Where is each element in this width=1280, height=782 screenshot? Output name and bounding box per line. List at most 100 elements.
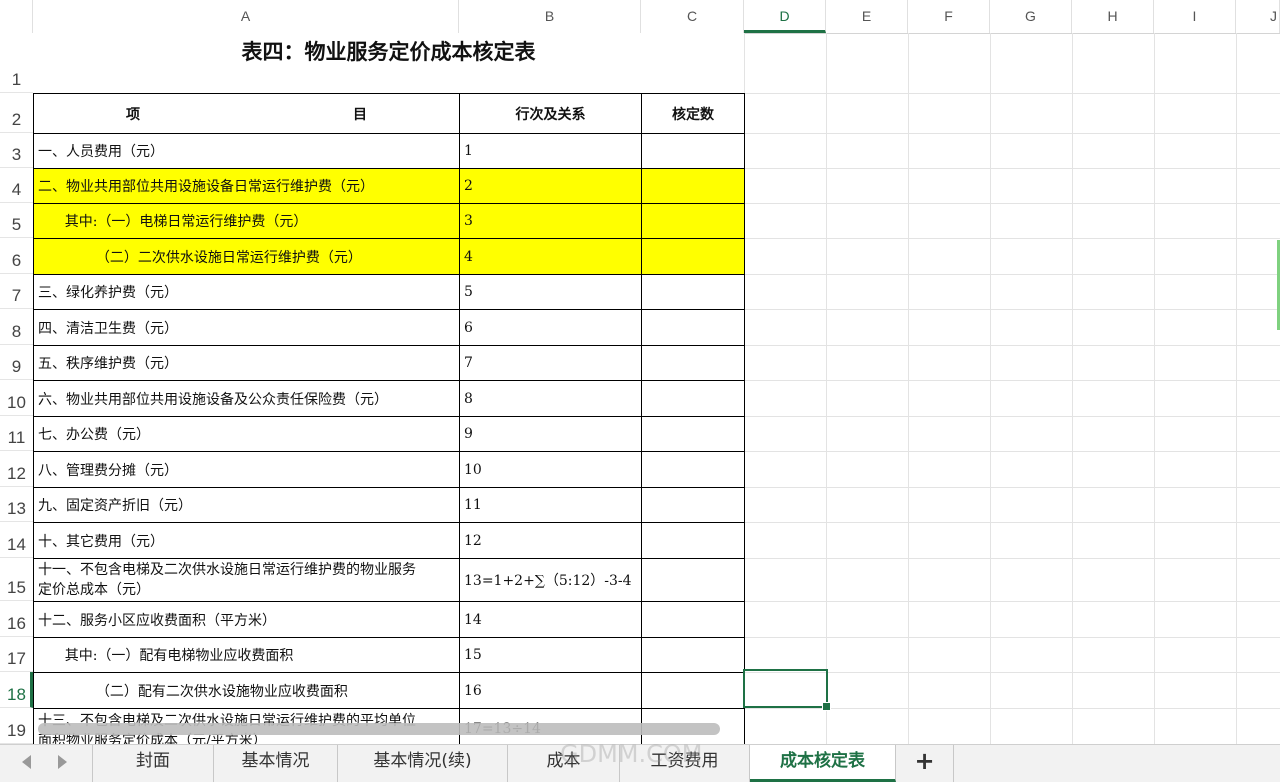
item-cell-row11[interactable]: 七、办公费（元） <box>33 416 460 452</box>
item-cell-row16[interactable]: 十二、服务小区应收费面积（平方米） <box>33 601 460 638</box>
add-sheet-button[interactable]: + <box>896 745 954 782</box>
row-header-4[interactable]: 4 <box>0 168 33 203</box>
header-item-left: 项 <box>126 106 140 123</box>
value-cell-row7[interactable] <box>641 274 745 310</box>
row-header-11[interactable]: 11 <box>0 416 33 451</box>
column-header-e[interactable]: E <box>826 0 908 33</box>
item-cell-row13[interactable]: 九、固定资产折旧（元） <box>33 487 460 523</box>
row-header-bar: 1 2 3 4 5 6 7 8 9 10 11 12 13 14 15 16 1… <box>0 33 34 744</box>
item-cell-row18[interactable]: （二）配有二次供水设施物业应收费面积 <box>33 672 460 709</box>
column-header-j[interactable]: J <box>1236 0 1280 33</box>
ref-cell-row8[interactable]: 6 <box>459 309 642 346</box>
row-header-8[interactable]: 8 <box>0 309 33 345</box>
value-cell-row4[interactable] <box>641 168 745 204</box>
item-cell-row15[interactable]: 十一、不包含电梯及二次供水设施日常运行维护费的物业服务 定价总成本（元） <box>33 558 460 602</box>
value-cell-row18[interactable] <box>641 672 745 709</box>
row-header-10[interactable]: 10 <box>0 380 33 416</box>
column-header-d[interactable]: D <box>744 0 826 33</box>
row-header-5[interactable]: 5 <box>0 203 33 238</box>
column-header-i[interactable]: I <box>1154 0 1236 33</box>
value-cell-row12[interactable] <box>641 451 745 488</box>
ref-cell-row10[interactable]: 8 <box>459 380 642 417</box>
ref-cell-row12[interactable]: 10 <box>459 451 642 488</box>
item-cell-row9[interactable]: 五、秩序维护费（元） <box>33 345 460 381</box>
ref-cell-row11[interactable]: 9 <box>459 416 642 452</box>
value-cell-row10[interactable] <box>641 380 745 417</box>
row-header-3[interactable]: 3 <box>0 133 33 168</box>
value-cell-row5[interactable] <box>641 203 745 239</box>
row-header-6[interactable]: 6 <box>0 238 33 274</box>
value-cell-row3[interactable] <box>641 133 745 169</box>
ref-cell-row5[interactable]: 3 <box>459 203 642 239</box>
fill-handle[interactable] <box>822 702 831 711</box>
row-header-2[interactable]: 2 <box>0 93 33 133</box>
row-header-18[interactable]: 18 <box>0 672 33 708</box>
item-cell-row10[interactable]: 六、物业共用部位共用设施设备及公众责任保险费（元） <box>33 380 460 417</box>
ref-cell-row6[interactable]: 4 <box>459 238 642 275</box>
tab-cost-approval[interactable]: 成本核定表 <box>750 745 896 782</box>
prev-sheet-icon[interactable] <box>22 755 31 769</box>
header-relation-cell[interactable]: 行次及关系 <box>459 93 642 134</box>
header-item-cell[interactable]: 项 目 <box>33 93 460 134</box>
value-cell-row16[interactable] <box>641 601 745 638</box>
item-cell-row4[interactable]: 二、物业共用部位共用设施设备日常运行维护费（元） <box>33 168 460 204</box>
item-cell-row7[interactable]: 三、绿化养护费（元） <box>33 274 460 310</box>
row-header-16[interactable]: 16 <box>0 601 33 637</box>
item-cell-row5[interactable]: 其中:（一）电梯日常运行维护费（元） <box>33 203 460 239</box>
ref-cell-row13[interactable]: 11 <box>459 487 642 523</box>
next-sheet-icon[interactable] <box>58 755 67 769</box>
column-header-a[interactable]: A <box>33 0 459 33</box>
spreadsheet-grid[interactable]: 表四：物业服务定价成本核定表 项 目 行次及关系 核定数 一、人员费用（元） 1… <box>33 33 1280 744</box>
row-header-14[interactable]: 14 <box>0 522 33 558</box>
row-header-9[interactable]: 9 <box>0 345 33 380</box>
column-header-f[interactable]: F <box>908 0 990 33</box>
column-header-b[interactable]: B <box>459 0 641 33</box>
header-value-cell[interactable]: 核定数 <box>641 93 745 134</box>
ref-cell-row17[interactable]: 15 <box>459 637 642 673</box>
value-cell-row8[interactable] <box>641 309 745 346</box>
row-header-19[interactable]: 19 <box>0 708 33 744</box>
value-cell-row9[interactable] <box>641 345 745 381</box>
item-cell-row8[interactable]: 四、清洁卫生费（元） <box>33 309 460 346</box>
tab-cover[interactable]: 封面 <box>92 745 214 782</box>
row-header-1[interactable]: 1 <box>0 33 33 93</box>
value-cell-row13[interactable] <box>641 487 745 523</box>
value-cell-row15[interactable] <box>641 558 745 602</box>
row-header-17[interactable]: 17 <box>0 637 33 672</box>
value-cell-row17[interactable] <box>641 637 745 673</box>
column-header-c[interactable]: C <box>641 0 744 33</box>
ref-cell-row9[interactable]: 7 <box>459 345 642 381</box>
ref-cell-row18[interactable]: 16 <box>459 672 642 709</box>
item-cell-row15-line1: 十一、不包含电梯及二次供水设施日常运行维护费的物业服务 <box>38 562 416 578</box>
item-cell-row17[interactable]: 其中:（一）配有电梯物业应收费面积 <box>33 637 460 673</box>
header-item-right: 目 <box>353 106 367 123</box>
item-cell-row14[interactable]: 十、其它费用（元） <box>33 522 460 559</box>
column-header-h[interactable]: H <box>1072 0 1154 33</box>
ref-cell-row4[interactable]: 2 <box>459 168 642 204</box>
item-cell-row12[interactable]: 八、管理费分摊（元） <box>33 451 460 488</box>
value-cell-row11[interactable] <box>641 416 745 452</box>
sheet-title[interactable]: 表四：物业服务定价成本核定表 <box>33 33 744 69</box>
row-header-15[interactable]: 15 <box>0 558 33 601</box>
selected-cell-d18[interactable] <box>743 669 831 711</box>
value-cell-row14[interactable] <box>641 522 745 559</box>
row-header-13[interactable]: 13 <box>0 487 33 522</box>
watermark: GDMM.COM <box>560 740 703 768</box>
ref-cell-row14[interactable]: 12 <box>459 522 642 559</box>
item-cell-row6[interactable]: （二）二次供水设施日常运行维护费（元） <box>33 238 460 275</box>
column-header-g[interactable]: G <box>990 0 1072 33</box>
ref-cell-row7[interactable]: 5 <box>459 274 642 310</box>
row-header-12[interactable]: 12 <box>0 451 33 487</box>
tab-basic-info-cont[interactable]: 基本情况(续) <box>338 745 508 782</box>
horizontal-scrollbar[interactable] <box>38 723 720 735</box>
ref-cell-row3[interactable]: 1 <box>459 133 642 169</box>
ref-cell-row16[interactable]: 14 <box>459 601 642 638</box>
tab-basic-info[interactable]: 基本情况 <box>214 745 338 782</box>
item-cell-row3[interactable]: 一、人员费用（元） <box>33 133 460 169</box>
ref-cell-row15[interactable]: 13=1+2+∑（5:12）-3-4 <box>459 558 642 602</box>
row-header-7[interactable]: 7 <box>0 274 33 309</box>
column-header-bar: A B C D E F G H I J <box>0 0 1280 34</box>
item-cell-row15-line2: 定价总成本（元） <box>38 582 150 598</box>
value-cell-row6[interactable] <box>641 238 745 275</box>
select-all-corner[interactable] <box>0 0 33 33</box>
